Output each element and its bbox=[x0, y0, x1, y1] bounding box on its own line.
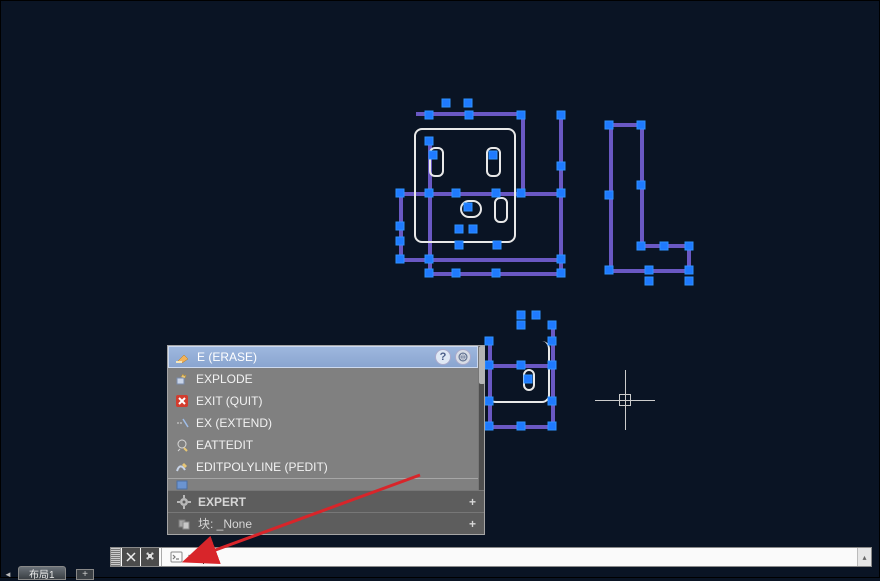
history-dropdown[interactable]: ▴ bbox=[857, 548, 871, 566]
ac-item-pedit[interactable]: EDITPOLYLINE (PEDIT) bbox=[168, 456, 478, 478]
command-input[interactable]: ▾ E bbox=[164, 548, 857, 566]
ac-item-label: EX (EXTEND) bbox=[196, 416, 272, 430]
x-red-icon bbox=[174, 393, 190, 409]
ac-item-label: E (ERASE) bbox=[197, 350, 257, 364]
ac-item-label: EATTEDIT bbox=[196, 438, 253, 452]
close-button[interactable] bbox=[122, 548, 140, 566]
layout-tabstrip[interactable]: ◄ 布局1 + bbox=[0, 569, 880, 578]
scrollbar[interactable] bbox=[478, 346, 484, 490]
disk-icon bbox=[174, 480, 190, 490]
help-icon[interactable]: ? bbox=[435, 349, 451, 365]
prompt-icon bbox=[170, 550, 184, 564]
extend-icon bbox=[174, 415, 190, 431]
eattedit-icon bbox=[174, 437, 190, 453]
ac-block-label: 块: _None bbox=[198, 515, 252, 532]
ac-item-explode[interactable]: EXPLODE bbox=[168, 368, 478, 390]
ac-item-label: EXPLODE bbox=[196, 372, 253, 386]
ac-item-extend[interactable]: EX (EXTEND) bbox=[168, 412, 478, 434]
add-layout-button[interactable]: + bbox=[76, 569, 94, 580]
expand-icon[interactable]: + bbox=[469, 517, 476, 531]
scrollbar-thumb[interactable] bbox=[479, 346, 485, 384]
ac-item-exit[interactable]: EXIT (QUIT) bbox=[168, 390, 478, 412]
outlet-slot-br bbox=[494, 197, 508, 223]
ac-item-truncated[interactable] bbox=[168, 478, 478, 490]
outlet-shape-lower bbox=[488, 341, 550, 403]
block-icon bbox=[176, 516, 192, 532]
gear-icon bbox=[176, 494, 192, 510]
ac-sysvar-label: EXPERT bbox=[198, 495, 246, 509]
expand-icon[interactable]: + bbox=[469, 495, 476, 509]
command-autocomplete-popup[interactable]: E (ERASE) ? EXPLODE EXIT (QUIT) bbox=[167, 345, 485, 535]
command-bar[interactable]: ▾ E ▴ bbox=[110, 547, 872, 567]
layout-tab-label: 布局1 bbox=[29, 566, 55, 581]
eraser-icon bbox=[175, 349, 191, 365]
pedit-icon bbox=[174, 459, 190, 475]
settings-button[interactable] bbox=[141, 548, 159, 566]
ac-block-group[interactable]: 块: _None + bbox=[168, 512, 484, 534]
ac-item-erase[interactable]: E (ERASE) ? bbox=[168, 346, 478, 368]
explode-icon bbox=[174, 371, 190, 387]
ac-item-label: EDITPOLYLINE (PEDIT) bbox=[196, 460, 328, 474]
ac-item-label: EXIT (QUIT) bbox=[196, 394, 262, 408]
ac-item-eattedit[interactable]: EATTEDIT bbox=[168, 434, 478, 456]
globe-icon[interactable] bbox=[455, 349, 471, 365]
command-typed-text: E bbox=[196, 550, 203, 564]
drag-handle[interactable] bbox=[111, 548, 121, 566]
ac-sysvar-expert[interactable]: EXPERT + bbox=[168, 490, 484, 512]
